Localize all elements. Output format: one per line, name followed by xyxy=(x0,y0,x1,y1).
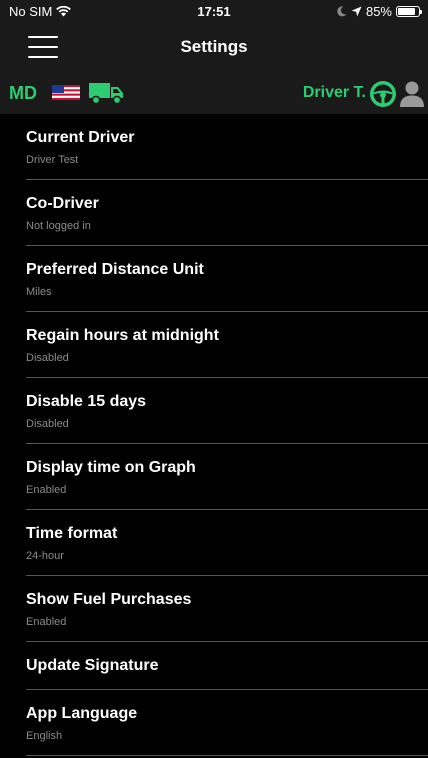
steering-wheel-icon[interactable] xyxy=(369,80,397,108)
co-driver-person-icon[interactable] xyxy=(399,80,425,108)
setting-title: App Language xyxy=(26,705,138,722)
setting-value: Disabled xyxy=(26,418,69,430)
location-arrow-icon xyxy=(351,6,362,17)
setting-title: Regain hours at midnight xyxy=(26,327,219,344)
battery-icon xyxy=(396,6,422,17)
clock-label: 17:51 xyxy=(197,4,231,19)
setting-title: Current Driver xyxy=(26,129,135,146)
setting-value: 24-hour xyxy=(26,550,64,562)
setting-title: Display time on Graph xyxy=(26,459,196,476)
setting-value: Not logged in xyxy=(26,220,91,232)
page-title-container: Settings xyxy=(0,37,428,57)
setting-disable-15-days[interactable]: Disable 15 days Disabled xyxy=(26,378,428,444)
navigation-bar: Settings xyxy=(0,22,428,72)
status-right: 85% xyxy=(337,4,422,19)
setting-regain-hours[interactable]: Regain hours at midnight Disabled xyxy=(26,312,428,378)
setting-display-time-graph[interactable]: Display time on Graph Enabled xyxy=(26,444,428,510)
setting-value: Enabled xyxy=(26,484,67,496)
setting-title: Preferred Distance Unit xyxy=(26,261,204,278)
setting-value: Enabled xyxy=(26,616,67,628)
setting-title: Time format xyxy=(26,525,118,542)
setting-update-signature[interactable]: Update Signature xyxy=(26,642,428,690)
menu-button[interactable] xyxy=(28,36,58,58)
setting-app-language[interactable]: App Language English xyxy=(26,690,428,756)
driver-name[interactable]: Driver T. xyxy=(303,84,366,102)
setting-current-driver[interactable]: Current Driver Driver Test xyxy=(26,114,428,180)
setting-title: Co-Driver xyxy=(26,195,99,212)
page-title: Settings xyxy=(180,37,248,56)
setting-value: Disabled xyxy=(26,352,69,364)
setting-time-format[interactable]: Time format 24-hour xyxy=(26,510,428,576)
state-code: MD xyxy=(9,83,37,103)
setting-co-driver[interactable]: Co-Driver Not logged in xyxy=(26,180,428,246)
battery-percent: 85% xyxy=(365,4,392,19)
hamburger-icon xyxy=(28,36,58,38)
setting-value: Driver Test xyxy=(26,154,79,166)
setting-distance-unit[interactable]: Preferred Distance Unit Miles xyxy=(26,246,428,312)
moon-icon xyxy=(337,6,347,17)
setting-title: Update Signature xyxy=(26,657,159,674)
setting-title: Show Fuel Purchases xyxy=(26,591,192,608)
us-flag-icon xyxy=(52,85,80,100)
setting-fuel-purchases[interactable]: Show Fuel Purchases Enabled xyxy=(26,576,428,642)
settings-list: Current Driver Driver Test Co-Driver Not… xyxy=(0,114,428,756)
status-bar: No SIM 17:51 85% xyxy=(0,0,428,22)
setting-value: English xyxy=(26,730,63,742)
truck-icon[interactable] xyxy=(88,80,124,106)
setting-title: Disable 15 days xyxy=(26,393,147,410)
driver-status-bar: MD Driver T. xyxy=(0,72,428,114)
setting-value: Miles xyxy=(26,286,52,298)
